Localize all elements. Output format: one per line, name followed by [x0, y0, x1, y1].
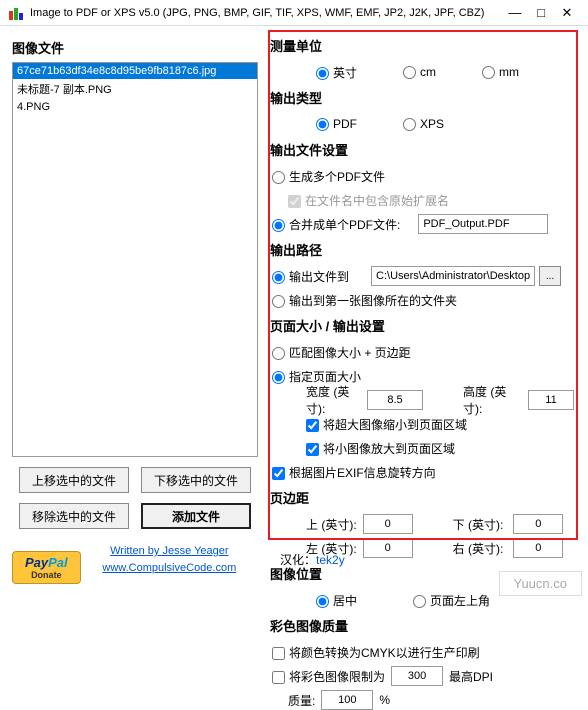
- margin-right-input[interactable]: [513, 538, 563, 558]
- width-input[interactable]: [367, 390, 423, 410]
- output-path-input[interactable]: [371, 266, 535, 286]
- move-down-button[interactable]: 下移选中的文件: [141, 467, 251, 493]
- list-item[interactable]: 67ce71b63df34e8c8d95be9fb8187c6.jpg: [13, 63, 257, 79]
- width-label: 宽度 (英寸):: [306, 383, 361, 417]
- max-dpi-label: 最高DPI: [449, 668, 493, 685]
- margin-left-input[interactable]: [363, 538, 413, 558]
- remove-button[interactable]: 移除选中的文件: [19, 503, 129, 529]
- output-to-radio[interactable]: 输出文件到: [272, 268, 349, 285]
- page-size-header: 页面大小 / 输出设置: [270, 316, 574, 335]
- close-button[interactable]: ✕: [554, 5, 580, 21]
- pos-topleft-radio[interactable]: 页面左上角: [413, 592, 490, 609]
- unit-inch-radio[interactable]: 英寸: [316, 64, 357, 81]
- margin-top-input[interactable]: [363, 514, 413, 534]
- output-xps-radio[interactable]: XPS: [403, 117, 444, 131]
- output-type-header: 输出类型: [270, 88, 574, 107]
- unit-header: 测量单位: [270, 36, 574, 55]
- maximize-button[interactable]: □: [528, 5, 554, 20]
- add-files-button[interactable]: 添加文件: [141, 503, 251, 529]
- merge-filename-input[interactable]: [418, 214, 548, 234]
- margin-bottom-input[interactable]: [513, 514, 563, 534]
- quality-label: 质量:: [288, 692, 315, 709]
- dpi-input[interactable]: [391, 666, 443, 686]
- files-header: 图像文件: [12, 38, 258, 57]
- move-up-button[interactable]: 上移选中的文件: [19, 467, 129, 493]
- margin-header: 页边距: [270, 488, 574, 507]
- list-item[interactable]: 未标题-7 副本.PNG: [13, 79, 257, 99]
- percent-label: %: [379, 693, 390, 707]
- window-title: Image to PDF or XPS v5.0 (JPG, PNG, BMP,…: [30, 7, 502, 19]
- exif-checkbox[interactable]: 根据图片EXIF信息旋转方向: [272, 464, 436, 481]
- enlarge-checkbox[interactable]: 将小图像放大到页面区域: [306, 440, 455, 457]
- output-pdf-radio[interactable]: PDF: [316, 117, 357, 131]
- gen-multi-radio[interactable]: 生成多个PDF文件: [272, 168, 385, 185]
- margin-top-label: 上 (英寸):: [306, 516, 357, 533]
- watermark: Yuucn.co: [499, 571, 583, 596]
- output-first-radio[interactable]: 输出到第一张图像所在的文件夹: [272, 292, 457, 309]
- output-file-header: 输出文件设置: [270, 140, 574, 159]
- unit-cm-radio[interactable]: cm: [403, 65, 436, 79]
- match-image-radio[interactable]: 匹配图像大小 + 页边距: [272, 344, 411, 361]
- include-ext-checkbox: 在文件名中包含原始扩展名: [288, 192, 449, 209]
- height-input[interactable]: [528, 390, 574, 410]
- paypal-donate-button[interactable]: PayPal Donate: [12, 551, 81, 584]
- margin-right-label: 右 (英寸):: [453, 540, 504, 557]
- app-icon: [8, 5, 24, 21]
- pos-center-radio[interactable]: 居中: [316, 592, 357, 609]
- website-link[interactable]: www.CompulsiveCode.com: [81, 560, 258, 577]
- limit-dpi-checkbox[interactable]: 将彩色图像限制为: [272, 668, 385, 685]
- translator-credit: 汉化：tek2y: [280, 551, 345, 568]
- height-label: 高度 (英寸):: [463, 383, 518, 417]
- window-titlebar: Image to PDF or XPS v5.0 (JPG, PNG, BMP,…: [0, 0, 588, 26]
- merge-single-radio[interactable]: 合并成单个PDF文件:: [272, 216, 400, 233]
- unit-mm-radio[interactable]: mm: [482, 65, 519, 79]
- cmyk-checkbox[interactable]: 将颜色转换为CMYK以进行生产印刷: [272, 644, 480, 661]
- margin-bottom-label: 下 (英寸):: [453, 516, 504, 533]
- author-link[interactable]: Written by Jesse Yeager: [81, 543, 258, 560]
- browse-button[interactable]: ...: [539, 266, 561, 286]
- list-item[interactable]: 4.PNG: [13, 99, 257, 115]
- color-quality-header: 彩色图像质量: [270, 616, 574, 635]
- quality-input[interactable]: [321, 690, 373, 710]
- shrink-checkbox[interactable]: 将超大图像缩小到页面区域: [306, 416, 467, 433]
- specify-page-radio[interactable]: 指定页面大小: [272, 368, 361, 385]
- minimize-button[interactable]: —: [502, 5, 528, 20]
- file-listbox[interactable]: 67ce71b63df34e8c8d95be9fb8187c6.jpg 未标题-…: [12, 62, 258, 457]
- output-path-header: 输出路径: [270, 240, 574, 259]
